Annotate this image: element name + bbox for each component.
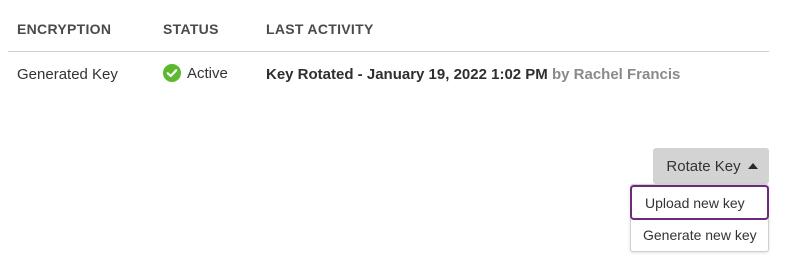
rotate-key-menu: Upload new key Generate new key [630, 184, 769, 252]
header-status: STATUS [163, 21, 219, 37]
header-encryption: ENCRYPTION [17, 21, 112, 37]
caret-up-icon [747, 162, 758, 169]
activity-author: by Rachel Francis [551, 66, 681, 83]
encryption-value: Generated Key [17, 66, 118, 83]
last-activity-cell: Key Rotated - January 19, 2022 1:02 PM b… [266, 66, 680, 83]
table-header-row: ENCRYPTION STATUS LAST ACTIVITY [8, 0, 769, 52]
menu-item-generate-new-key[interactable]: Generate new key [631, 220, 770, 250]
activity-text: Key Rotated - January 19, 2022 1:02 PM [266, 66, 548, 83]
menu-item-label: Generate new key [643, 227, 757, 243]
menu-item-upload-new-key[interactable]: Upload new key [630, 185, 769, 220]
rotate-key-button[interactable]: Rotate Key [653, 148, 769, 184]
rotate-key-label: Rotate Key [666, 157, 741, 175]
status-cell: Active [163, 64, 228, 82]
table-row: Generated Key Active Key Rotated - Janua… [8, 52, 769, 96]
status-label: Active [187, 64, 228, 82]
menu-item-label: Upload new key [645, 194, 745, 211]
header-last-activity: LAST ACTIVITY [266, 21, 374, 37]
check-circle-icon [163, 64, 181, 82]
encryption-table: ENCRYPTION STATUS LAST ACTIVITY Generate… [8, 0, 769, 96]
